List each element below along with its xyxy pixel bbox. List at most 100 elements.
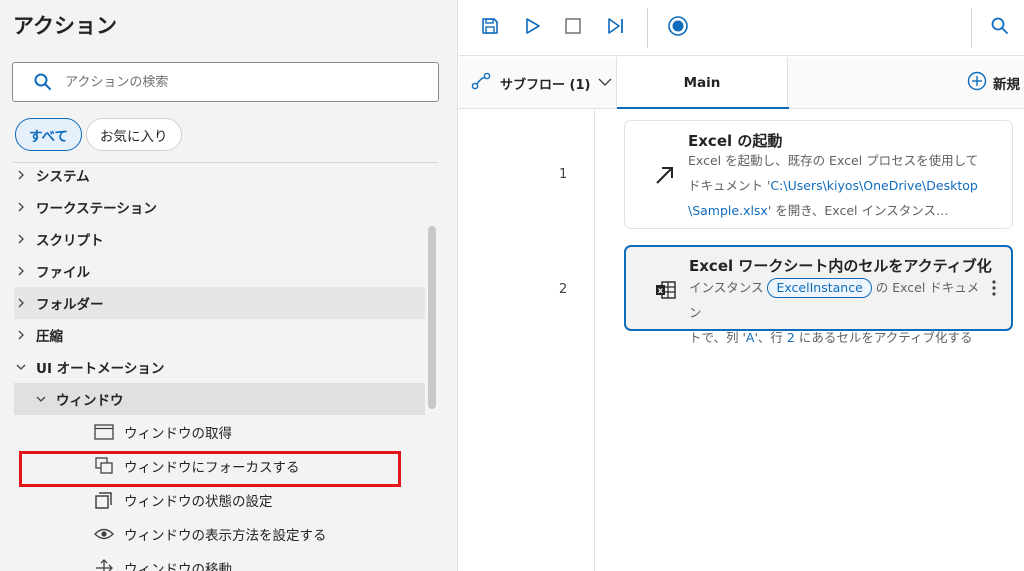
actions-panel: アクション すべて お気に入り システム ワークステーション スクリプト ファイ… xyxy=(0,0,458,571)
tree-item-window[interactable]: ウィンドウ xyxy=(14,383,425,415)
line-number-gutter: 1 2 xyxy=(459,110,595,571)
search-icon xyxy=(990,16,1010,40)
filter-chips: すべて お気に入り xyxy=(15,118,182,151)
step-title: Excel ワークシート内のセルをアクティブ化 xyxy=(689,257,992,275)
window-state-icon xyxy=(94,491,114,509)
desc-line: トで、列 'A'、行 2 にあるセルをアクティブ化する xyxy=(689,325,989,350)
row-value: 2 xyxy=(786,330,795,345)
file-path-link: \Sample.xlsx xyxy=(688,203,768,218)
flow-step-activate-cell[interactable]: x Excel ワークシート内のセルをアクティブ化 インスタンス ExcelIn… xyxy=(624,245,1013,345)
file-path-link: C:\Users\kiyos\OneDrive\Desktop xyxy=(770,178,978,193)
step-description: Excel を起動し、既存の Excel プロセスを使用して ドキュメント 'C… xyxy=(688,148,988,223)
desc-line: ドキュメント 'C:\Users\kiyos\OneDrive\Desktop xyxy=(688,173,988,198)
desc-line: \Sample.xlsx' を開き、Excel インスタンス… xyxy=(688,198,988,223)
record-button[interactable] xyxy=(664,14,692,42)
action-search-box[interactable] xyxy=(12,62,439,102)
tree-item-workstation[interactable]: ワークステーション xyxy=(14,191,425,223)
flow-step-launch-excel[interactable]: Excel の起動 Excel を起動し、既存の Excel プロセスを使用して… xyxy=(624,120,1013,229)
arrow-up-right-icon xyxy=(653,163,677,187)
tree-item-label: ファイル xyxy=(36,265,90,281)
more-options-button[interactable] xyxy=(987,279,1001,301)
action-search-input[interactable] xyxy=(65,74,425,90)
tree-item-folder[interactable]: フォルダー xyxy=(14,287,425,319)
action-set-window-state[interactable]: ウィンドウの状態の設定 xyxy=(94,484,273,516)
toolbar-separator xyxy=(971,8,972,48)
desc-text: ' を開き、Excel インスタンス… xyxy=(767,203,949,218)
subflow-dropdown[interactable]: サブフロー (1) xyxy=(459,57,616,109)
action-tree-scrollbar[interactable] xyxy=(428,226,436,409)
flow-tab-bar: サブフロー (1) Main 新規 xyxy=(459,57,1024,109)
highlight-annotation-box xyxy=(19,451,401,487)
chevron-right-icon xyxy=(14,264,28,278)
action-label: ウィンドウの状態の設定 xyxy=(124,494,273,510)
chevron-right-icon xyxy=(14,232,28,246)
filter-favorites-chip[interactable]: お気に入り xyxy=(86,118,182,151)
action-get-window[interactable]: ウィンドウの取得 xyxy=(94,416,232,448)
chevron-right-icon xyxy=(14,328,28,342)
run-button[interactable] xyxy=(518,14,546,42)
new-subflow-label: 新規 xyxy=(993,77,1020,93)
panel-title: アクション xyxy=(13,14,117,38)
stop-icon xyxy=(564,17,582,39)
chevron-right-icon xyxy=(14,168,28,182)
line-number: 2 xyxy=(559,282,568,297)
more-vertical-icon xyxy=(991,279,997,301)
save-icon xyxy=(480,16,500,40)
tab-main[interactable]: Main xyxy=(616,57,789,109)
action-label: ウィンドウの表示方法を設定する xyxy=(124,528,327,544)
action-move-window[interactable]: ウィンドウの移動 xyxy=(94,552,232,571)
plus-circle-icon xyxy=(967,71,987,95)
window-icon xyxy=(94,423,114,441)
run-icon xyxy=(522,16,542,40)
step-icon xyxy=(605,16,625,40)
step-description: インスタンス ExcelInstance の Excel ドキュメン トで、列 … xyxy=(689,275,989,350)
stop-button[interactable] xyxy=(559,14,587,42)
tree-item-file[interactable]: ファイル xyxy=(14,255,425,287)
desc-text: '、行 xyxy=(754,330,787,345)
move-icon xyxy=(94,559,114,571)
chevron-down-icon xyxy=(14,360,28,374)
desc-text: にあるセルをアクティブ化する xyxy=(794,330,973,345)
toolbar-separator xyxy=(647,8,648,48)
flow-designer: サブフロー (1) Main 新規 1 2 Excel の起動 Excel を起… xyxy=(459,0,1024,571)
subflow-label: サブフロー (1) xyxy=(500,77,591,93)
chevron-down-icon xyxy=(34,392,48,406)
excel-worksheet-icon: x xyxy=(654,278,678,302)
tree-item-label: ワークステーション xyxy=(36,201,157,217)
tree-item-system[interactable]: システム xyxy=(14,162,425,191)
toolbar xyxy=(459,0,1024,56)
tree-item-label: 圧縮 xyxy=(36,329,63,345)
action-tree: システム ワークステーション スクリプト ファイル フォルダー 圧縮 UI オー… xyxy=(0,162,440,571)
desc-text: インスタンス xyxy=(689,280,768,295)
tree-item-label: ウィンドウ xyxy=(56,393,124,409)
desc-text: ドキュメント ' xyxy=(688,178,771,193)
tree-item-ui-automation[interactable]: UI オートメーション xyxy=(14,351,425,383)
desc-text: トで、列 ' xyxy=(689,330,746,345)
chevron-down-icon xyxy=(598,76,612,91)
save-button[interactable] xyxy=(476,14,504,42)
new-subflow-button[interactable]: 新規 xyxy=(967,57,1020,109)
tree-item-label: スクリプト xyxy=(36,233,104,249)
eye-icon xyxy=(94,525,114,543)
step-button[interactable] xyxy=(601,14,629,42)
line-number: 1 xyxy=(559,167,568,182)
action-set-window-visibility[interactable]: ウィンドウの表示方法を設定する xyxy=(94,518,327,550)
filter-all-chip[interactable]: すべて xyxy=(15,118,83,151)
tree-item-script[interactable]: スクリプト xyxy=(14,223,425,255)
svg-text:x: x xyxy=(658,286,664,295)
tree-item-label: システム xyxy=(36,169,90,185)
tree-item-label: フォルダー xyxy=(36,297,104,313)
subflow-icon xyxy=(471,72,491,94)
search-button[interactable] xyxy=(986,14,1014,42)
action-label: ウィンドウの移動 xyxy=(124,562,232,571)
action-label: ウィンドウの取得 xyxy=(124,426,232,442)
desc-line: インスタンス ExcelInstance の Excel ドキュメン xyxy=(689,275,989,325)
search-icon xyxy=(33,72,53,92)
desc-line: Excel を起動し、既存の Excel プロセスを使用して xyxy=(688,153,979,168)
variable-chip: ExcelInstance xyxy=(767,278,872,298)
tree-item-label: UI オートメーション xyxy=(36,361,165,377)
chevron-right-icon xyxy=(14,200,28,214)
record-icon xyxy=(667,15,689,41)
tree-item-compression[interactable]: 圧縮 xyxy=(14,319,425,351)
chevron-right-icon xyxy=(14,296,28,310)
